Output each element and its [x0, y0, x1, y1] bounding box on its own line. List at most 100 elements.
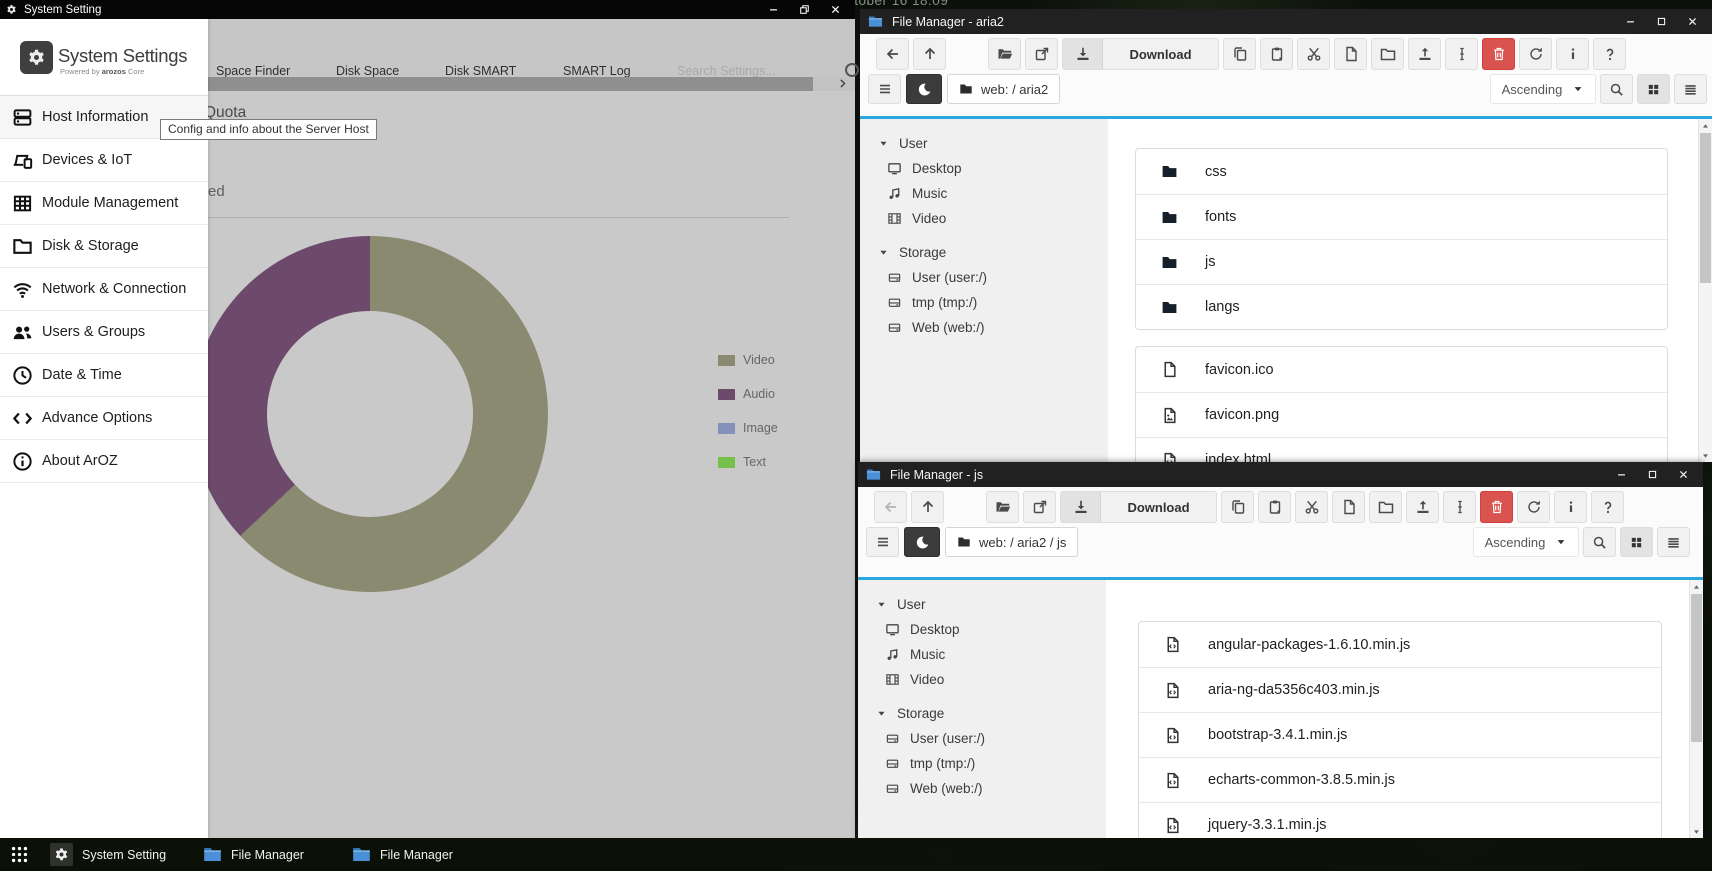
tree-section-storage[interactable]: Storage — [858, 701, 1106, 726]
maximize-button[interactable] — [1647, 469, 1658, 480]
scrollbar-thumb[interactable] — [1700, 133, 1711, 283]
sidebar-item-devices-iot[interactable]: Devices & IoT — [0, 139, 208, 182]
maximize-button[interactable] — [1656, 16, 1667, 27]
tab-space-finder[interactable]: Space Finder — [216, 64, 290, 78]
info-button[interactable] — [1554, 491, 1587, 523]
tree-item-tmp-tmp-[interactable]: tmp (tmp:/) — [860, 290, 1108, 315]
external-link-button[interactable] — [1023, 491, 1056, 523]
upload-button[interactable] — [1406, 491, 1439, 523]
tree-section-user[interactable]: User — [858, 592, 1106, 617]
breadcrumb[interactable]: web: / aria2 — [947, 74, 1060, 104]
file-row[interactable]: bootstrap-3.4.1.min.js — [1139, 712, 1661, 757]
close-button[interactable] — [830, 4, 841, 15]
tree-item-tmp-tmp-[interactable]: tmp (tmp:/) — [858, 751, 1106, 776]
restore-button[interactable] — [799, 4, 810, 15]
search-button[interactable] — [1600, 74, 1633, 104]
grid-button[interactable] — [1637, 74, 1670, 104]
sort-order-select[interactable]: Ascending — [1473, 527, 1579, 557]
sidebar-item-users-groups[interactable]: Users & Groups — [0, 311, 208, 354]
cut-button[interactable] — [1295, 491, 1328, 523]
file-row[interactable]: langs — [1136, 284, 1667, 329]
scroll-down-icon[interactable] — [1690, 824, 1703, 838]
dark-mode-button[interactable] — [904, 527, 940, 557]
grid-button[interactable] — [1620, 527, 1653, 557]
back-button[interactable] — [874, 491, 907, 523]
tree-item-web-web-[interactable]: Web (web:/) — [858, 776, 1106, 801]
download-button[interactable]: Download — [1062, 38, 1219, 70]
close-button[interactable] — [1678, 469, 1689, 480]
up-button[interactable] — [911, 491, 944, 523]
text-cursor-button[interactable] — [1445, 38, 1478, 70]
scroll-up-icon[interactable] — [1699, 119, 1712, 133]
tree-item-video[interactable]: Video — [858, 667, 1106, 692]
sidebar-item-date-time[interactable]: Date & Time — [0, 354, 208, 397]
search-button[interactable] — [1583, 527, 1616, 557]
tree-item-web-web-[interactable]: Web (web:/) — [860, 315, 1108, 340]
vertical-scrollbar[interactable] — [1698, 119, 1712, 462]
file-manager-titlebar[interactable]: File Manager - aria2 — [860, 9, 1712, 34]
sidebar-item-module-management[interactable]: Module Management — [0, 182, 208, 225]
menu-button[interactable] — [866, 527, 899, 557]
copy-button[interactable] — [1223, 38, 1256, 70]
download-button[interactable]: Download — [1060, 491, 1217, 523]
cut-button[interactable] — [1297, 38, 1330, 70]
sidebar-item-advance-options[interactable]: Advance Options — [0, 397, 208, 440]
tab-smart-log[interactable]: SMART Log — [563, 64, 631, 78]
new-file-button[interactable] — [1332, 491, 1365, 523]
refresh-button[interactable] — [1519, 38, 1552, 70]
file-row[interactable]: echarts-common-3.8.5.min.js — [1139, 757, 1661, 802]
app-launcher-button[interactable] — [10, 845, 29, 864]
scroll-down-icon[interactable] — [1699, 448, 1712, 462]
back-button[interactable] — [876, 38, 909, 70]
sidebar-item-network-connection[interactable]: Network & Connection — [0, 268, 208, 311]
up-button[interactable] — [913, 38, 946, 70]
file-row[interactable]: aria-ng-da5356c403.min.js — [1139, 667, 1661, 712]
tab-disk-smart[interactable]: Disk SMART — [445, 64, 516, 78]
tree-section-user[interactable]: User — [860, 131, 1108, 156]
copy-button[interactable] — [1221, 491, 1254, 523]
list-view-button[interactable] — [1657, 527, 1690, 557]
file-row[interactable]: fonts — [1136, 194, 1667, 239]
tree-item-user-user-[interactable]: User (user:/) — [860, 265, 1108, 290]
tree-item-user-user-[interactable]: User (user:/) — [858, 726, 1106, 751]
new-folder-button[interactable] — [1371, 38, 1404, 70]
scroll-up-icon[interactable] — [1690, 580, 1703, 594]
file-row[interactable]: angular-packages-1.6.10.min.js — [1139, 622, 1661, 667]
upload-button[interactable] — [1408, 38, 1441, 70]
tree-item-desktop[interactable]: Desktop — [860, 156, 1108, 181]
file-row[interactable]: js — [1136, 239, 1667, 284]
folder-open-button[interactable] — [988, 38, 1021, 70]
file-row[interactable]: jquery-3.3.1.min.js — [1139, 802, 1661, 838]
system-settings-titlebar[interactable]: System Setting — [0, 0, 855, 19]
text-cursor-button[interactable] — [1443, 491, 1476, 523]
trash-button[interactable] — [1480, 491, 1513, 523]
new-folder-button[interactable] — [1369, 491, 1402, 523]
tree-item-music[interactable]: Music — [858, 642, 1106, 667]
folder-open-button[interactable] — [986, 491, 1019, 523]
vertical-scrollbar[interactable] — [1689, 580, 1703, 838]
taskbar-item-system-setting[interactable]: System Setting — [50, 838, 166, 871]
minimize-button[interactable] — [1625, 16, 1636, 27]
close-button[interactable] — [1687, 16, 1698, 27]
file-manager-titlebar[interactable]: File Manager - js — [858, 462, 1703, 487]
info-button[interactable] — [1556, 38, 1589, 70]
file-row[interactable]: index.html — [1136, 437, 1667, 462]
breadcrumb[interactable]: web: / aria2 / js — [945, 527, 1078, 557]
help-button[interactable] — [1591, 491, 1624, 523]
taskbar-item-file-manager[interactable]: File Manager — [352, 838, 453, 871]
list-view-button[interactable] — [1674, 74, 1707, 104]
minimize-button[interactable] — [768, 4, 779, 15]
menu-button[interactable] — [868, 74, 901, 104]
file-row[interactable]: css — [1136, 149, 1667, 194]
sidebar-item-about-aroz[interactable]: About ArOZ — [0, 440, 208, 483]
refresh-button[interactable] — [1517, 491, 1550, 523]
tree-item-music[interactable]: Music — [860, 181, 1108, 206]
paste-button[interactable] — [1258, 491, 1291, 523]
tab-disk-space[interactable]: Disk Space — [336, 64, 399, 78]
scrollbar-thumb[interactable] — [1691, 594, 1702, 742]
file-row[interactable]: favicon.png — [1136, 392, 1667, 437]
sort-order-select[interactable]: Ascending — [1490, 74, 1596, 104]
tree-section-storage[interactable]: Storage — [860, 240, 1108, 265]
help-button[interactable] — [1593, 38, 1626, 70]
new-file-button[interactable] — [1334, 38, 1367, 70]
